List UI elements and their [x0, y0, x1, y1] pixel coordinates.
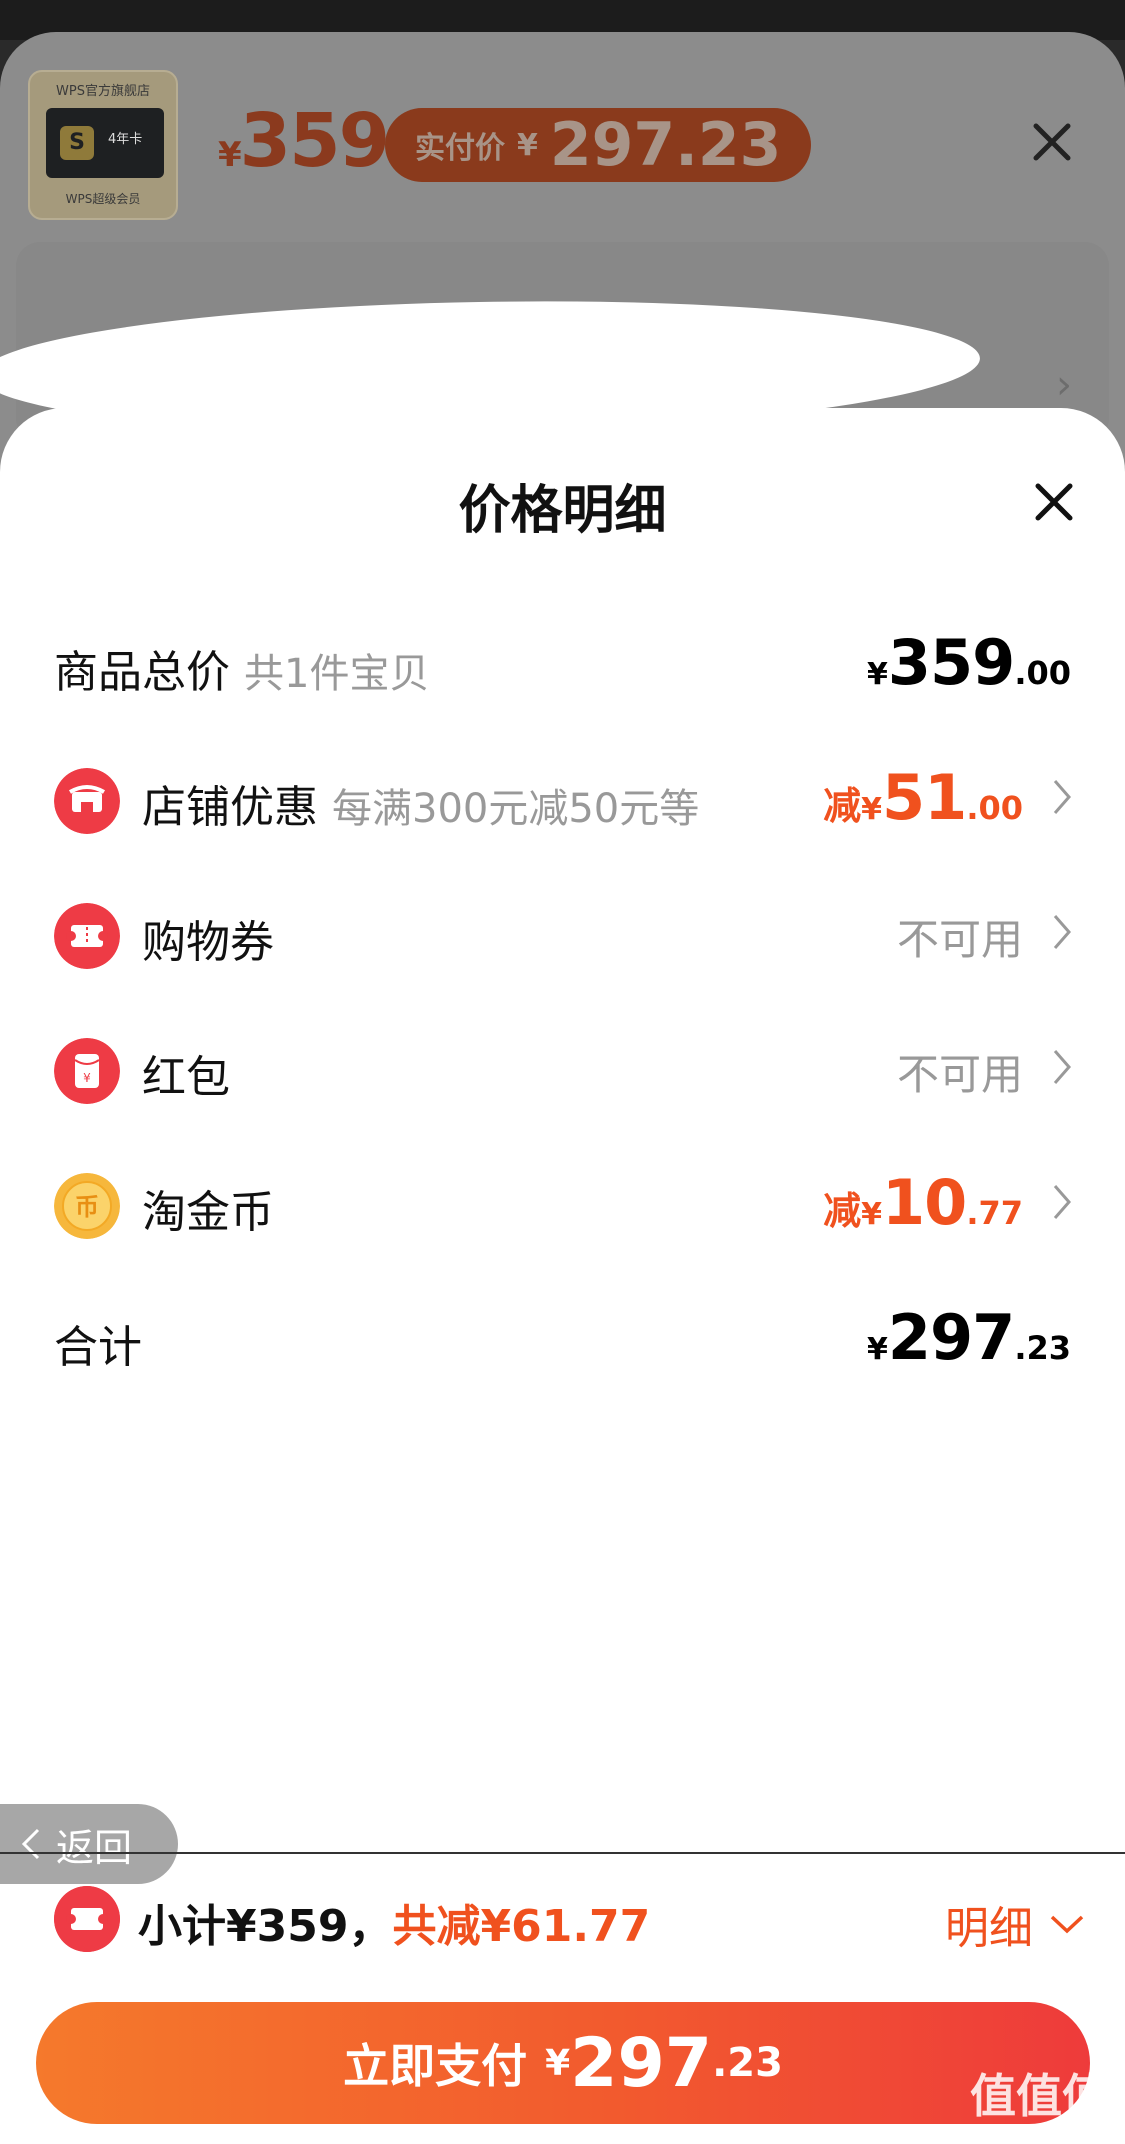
sheet-title: 价格明细	[458, 481, 667, 541]
chevron-right-icon: ›	[1056, 362, 1072, 408]
row-label: 商品总价	[54, 647, 230, 698]
back-button[interactable]: 返回	[0, 1804, 178, 1884]
chevron-right-icon	[1053, 780, 1071, 814]
red-packet-icon: ¥	[54, 1038, 120, 1104]
total-value: ¥297.23	[867, 1301, 1071, 1374]
thumbnail-card-label: 4年卡	[108, 132, 143, 147]
subtotal-bar: 小计¥359，共减¥61.77 明细	[0, 1880, 1125, 1960]
original-price-value: 359	[239, 98, 390, 184]
red-packet-status: 不可用	[897, 1031, 1023, 1099]
minus-prefix: 减	[823, 1189, 862, 1233]
thumbnail-brand: WPS官方旗舰店	[56, 84, 150, 99]
row-note: 共1件宝贝	[244, 651, 430, 697]
close-icon[interactable]	[1030, 120, 1074, 164]
row-note: 每满300元减50元等	[332, 786, 700, 832]
shop-discount-label: 店铺优惠 每满300元减50元等	[142, 771, 699, 835]
pay-button-label: 立即支付	[343, 2039, 528, 2093]
currency-symbol: ¥	[867, 657, 888, 692]
shopping-coupon-label: 购物券	[142, 917, 274, 968]
detail-toggle[interactable]: 明细	[945, 1892, 1085, 1956]
total-label: 合计	[54, 1322, 142, 1373]
actual-price-badge: 实付价 ¥ 297.23	[385, 108, 812, 182]
red-packet-row[interactable]: ¥ 红包 不可用	[0, 1011, 1125, 1121]
shopping-coupon-row[interactable]: 购物券 不可用	[0, 876, 1125, 986]
watermark-sub: zhizhizhi.com	[984, 2122, 1094, 2141]
currency-symbol: ¥	[867, 1332, 888, 1367]
amount-decimal: .23	[712, 2040, 783, 2086]
chevron-right-icon	[1053, 1050, 1071, 1084]
gold-coin-value: 减¥10.77	[823, 1166, 1023, 1239]
currency-symbol: ¥	[861, 1197, 883, 1232]
product-thumbnail: WPS官方旗舰店 S 4年卡 WPS超级会员	[28, 70, 178, 220]
minus-prefix: 减	[823, 784, 862, 828]
chevron-right-icon	[1053, 915, 1071, 949]
gold-coin-row[interactable]: 币 淘金币 减¥10.77	[0, 1146, 1125, 1256]
goods-total-value: ¥359.00	[867, 626, 1071, 699]
svg-text:¥: ¥	[83, 1071, 91, 1085]
status-text: 不可用	[896, 1050, 1023, 1099]
amount-decimal: .00	[1014, 654, 1071, 692]
watermark: 值值值 zhizhizhi.com	[970, 2060, 1108, 2141]
gold-coin-label: 淘金币	[142, 1187, 274, 1238]
total-row: 合计 ¥297.23	[0, 1281, 1125, 1391]
coupon-icon	[54, 1886, 120, 1952]
original-price: ¥359	[218, 104, 390, 178]
back-label: 返回	[56, 1825, 133, 1870]
original-price-currency: ¥	[218, 135, 242, 175]
chevron-left-icon	[21, 1828, 40, 1860]
close-icon[interactable]	[1030, 478, 1078, 526]
gold-coin-icon: 币	[54, 1173, 120, 1239]
amount-integer: 10	[882, 1166, 967, 1239]
amount-integer: 297	[570, 2023, 713, 2103]
chevron-right-icon	[1053, 1185, 1071, 1219]
watermark-text: 值值值	[970, 2069, 1108, 2123]
shop-discount-value: 减¥51.00	[823, 761, 1023, 834]
status-text: 不可用	[896, 915, 1023, 964]
currency-symbol: ¥	[545, 2042, 571, 2084]
goods-total-row: 商品总价 共1件宝贝 ¥359.00	[0, 606, 1125, 716]
pay-now-button[interactable]: 立即支付 ¥ 297 .23	[36, 2002, 1090, 2124]
amount-integer: 51	[882, 761, 967, 834]
thumbnail-card: S 4年卡	[46, 108, 164, 178]
currency-symbol: ¥	[861, 792, 883, 827]
divider	[0, 1852, 1125, 1854]
amount-decimal: .00	[966, 789, 1023, 827]
row-label: 店铺优惠	[142, 782, 318, 833]
thumbnail-subtitle: WPS超级会员	[65, 192, 141, 206]
chevron-down-icon	[1050, 1915, 1084, 1934]
subtotal-amount: 小计¥359，	[138, 1901, 393, 1952]
shop-discount-row[interactable]: 店铺优惠 每满300元减50元等 减¥51.00	[0, 741, 1125, 851]
amount-decimal: .23	[1014, 1329, 1071, 1367]
amount-decimal: .77	[966, 1194, 1023, 1232]
actual-price-label: 实付价	[415, 131, 505, 166]
detail-label: 明细	[945, 1903, 1033, 1954]
red-packet-label: 红包	[142, 1052, 230, 1103]
svg-text:币: 币	[75, 1193, 99, 1221]
total-saving: 共减¥61.77	[392, 1901, 651, 1952]
shopping-coupon-status: 不可用	[897, 896, 1023, 964]
wps-logo-icon: S	[60, 126, 94, 160]
actual-price-currency: ¥	[517, 127, 538, 163]
amount-integer: 297	[887, 1301, 1015, 1374]
goods-total-label: 商品总价 共1件宝贝	[54, 636, 429, 700]
actual-price-amount: 297.23	[549, 110, 782, 180]
amount-integer: 359	[887, 626, 1015, 699]
shop-discount-icon	[54, 768, 120, 834]
coupon-icon	[54, 903, 120, 969]
subtotal-text: 小计¥359，共减¥61.77	[138, 1890, 650, 1954]
